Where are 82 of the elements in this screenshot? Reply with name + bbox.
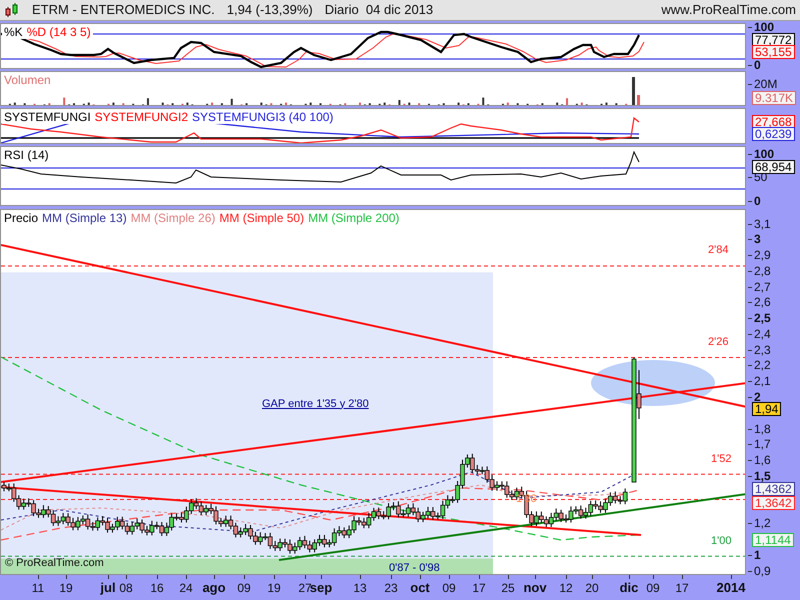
axis-label: 24	[179, 580, 193, 594]
level-label: 1'52	[711, 452, 732, 464]
instrument-name: ETRM - ENTEROMEDICS INC.	[32, 1, 215, 19]
axis-label: 2,6	[754, 296, 771, 308]
axis-label: 1,6	[754, 454, 771, 466]
axis-label: 2,8	[754, 264, 771, 277]
axis-label: nov	[523, 580, 547, 594]
axis-label: 2014	[716, 580, 746, 594]
axis-label: 2,9	[754, 249, 771, 262]
axis-label: 27	[298, 580, 312, 594]
axis-label: 20	[585, 580, 599, 594]
value-label: 0,6239	[752, 126, 795, 140]
legend-label: MM (Simple 200)	[306, 210, 402, 224]
legend-label: SYSTEMFUNGI2	[92, 110, 190, 124]
axis-label: 100	[754, 20, 774, 32]
axis-label: 09	[442, 580, 456, 594]
legend-label: SYSTEMFUNGI3 (40 100)	[190, 110, 336, 124]
axis-label: 1	[754, 548, 761, 561]
axis-label: 3,1	[754, 218, 771, 230]
legend-label: MM (Simple 26)	[128, 210, 218, 224]
axis-label: 23	[384, 580, 398, 594]
level-label: 1'00	[711, 534, 732, 546]
axis-label: 17	[675, 580, 689, 594]
axis-label: 0	[754, 194, 761, 206]
chart-period: Diario 04 dic 2013	[324, 1, 434, 19]
axis-label: 2,2	[754, 359, 771, 372]
website-link[interactable]: www.ProRealTime.com	[661, 0, 796, 20]
legend-label: SYSTEMFUNGI	[2, 110, 93, 124]
value-label: 1,4362	[752, 482, 795, 496]
axis-label: 19	[59, 580, 73, 594]
value-label: 1,94	[752, 402, 782, 416]
axis-label: 1,5	[754, 470, 771, 482]
axis-label: 17	[472, 580, 486, 594]
axis-label: 11	[32, 580, 44, 594]
level-label: 2'26	[708, 336, 728, 348]
axis-label: 20M	[754, 78, 778, 90]
axis-label: sep	[310, 580, 332, 594]
axis-label: 13	[353, 580, 367, 594]
axis-label: 2,3	[754, 344, 771, 356]
value-label: 68,954	[752, 160, 795, 174]
axis-label: ago	[202, 580, 226, 594]
axis-label: 2,7	[754, 280, 771, 293]
value-label: 27,668	[752, 114, 795, 128]
axis-label: 0	[754, 58, 761, 70]
axis-label: 19	[267, 580, 281, 594]
axis-label: jul	[100, 580, 116, 594]
axis-label: 09	[237, 580, 251, 594]
axis-label: 2	[754, 391, 761, 403]
axis-label: 0,9	[754, 564, 771, 576]
axis-label: 100	[754, 148, 774, 160]
axis-label: 25	[501, 580, 515, 594]
gap-label: GAP entre 1'35 y 2'80	[262, 398, 369, 410]
axis-label: 16	[150, 580, 164, 594]
axis-label: 2,4	[754, 328, 771, 340]
axis-label: 2,1	[754, 375, 771, 388]
level-label: 2'84	[708, 244, 728, 256]
legend-label: %K	[2, 24, 25, 38]
value-label: 9.317K	[752, 90, 796, 104]
value-label: 53,155	[752, 44, 795, 58]
axis-label: 1,8	[754, 422, 771, 435]
value-label: 1,3642	[752, 496, 795, 510]
axis-label: 09	[646, 580, 660, 594]
axis-label: 1,2	[754, 517, 771, 530]
price-change: 1,94 (-13,39%)	[226, 1, 313, 19]
zone-label: 0'87 - 0'98	[389, 562, 440, 574]
axis-label: 2,5	[754, 312, 771, 324]
value-label: 77,772	[752, 32, 795, 46]
axis-label: 1,7	[754, 438, 771, 450]
axis-label: 08	[119, 580, 133, 594]
candlestick-icon	[4, 2, 20, 18]
value-label: 1,1144	[752, 532, 794, 547]
copyright-text: © ProRealTime.com	[5, 556, 104, 571]
legend-label: MM (Simple 13)	[40, 210, 129, 224]
legend-label: Precio	[2, 210, 40, 224]
legend-label: Volumen	[2, 72, 53, 86]
axis-label: 3	[754, 233, 761, 246]
axis-label: dic	[620, 580, 638, 594]
legend-label: %D (14 3 5)	[24, 24, 93, 38]
legend-label: MM (Simple 50)	[217, 210, 306, 224]
legend-label: RSI (14)	[2, 148, 51, 162]
axis-label: oct	[410, 580, 430, 594]
axis-label: 12	[559, 580, 573, 594]
